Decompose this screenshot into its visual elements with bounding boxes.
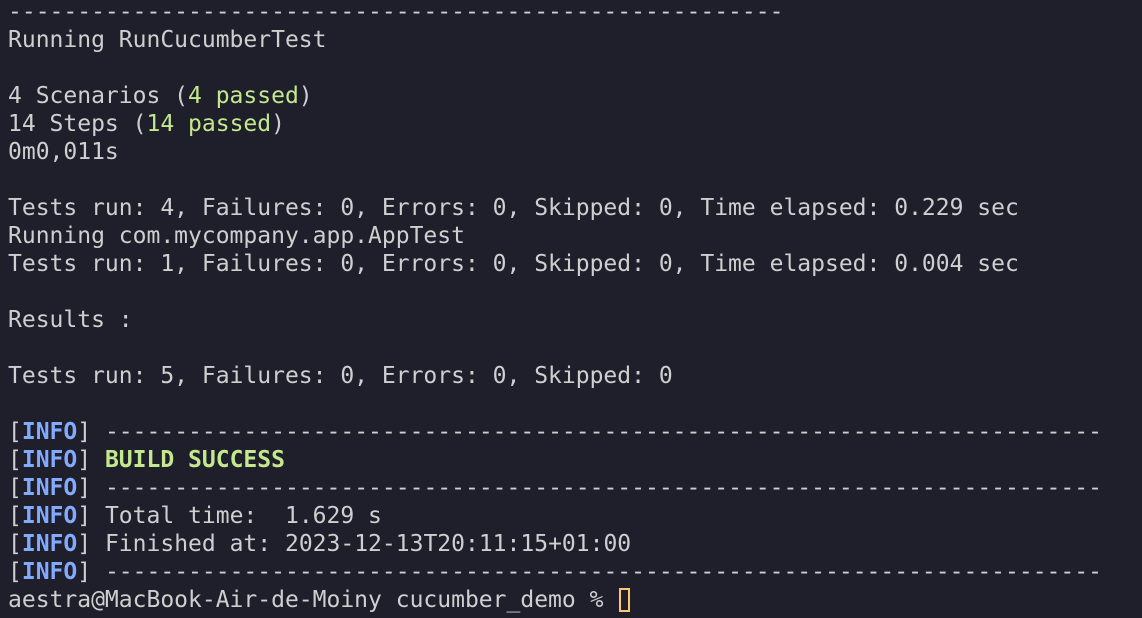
- prompt-text: aestra@MacBook-Air-de-Moiny cucumber_dem…: [8, 587, 618, 613]
- scenarios-passed: 4 passed: [188, 83, 299, 109]
- info-build-success: [INFO] BUILD SUCCESS: [8, 447, 285, 473]
- terminal-output[interactable]: ----------------------------------------…: [8, 0, 1102, 614]
- duration-line: 0m0,011s: [8, 139, 119, 165]
- text-cursor: [619, 588, 631, 612]
- tests-total-line: Tests run: 5, Failures: 0, Errors: 0, Sk…: [8, 363, 673, 389]
- info-separator: [INFO] ---------------------------------…: [8, 419, 1102, 445]
- build-success-text: BUILD SUCCESS: [104, 447, 285, 473]
- tests-result-line: Tests run: 1, Failures: 0, Errors: 0, Sk…: [8, 251, 1019, 277]
- steps-summary: 14 Steps (14 passed): [8, 111, 285, 137]
- tests-result-line: Tests run: 4, Failures: 0, Errors: 0, Sk…: [8, 195, 1019, 221]
- info-separator: [INFO] ---------------------------------…: [8, 559, 1102, 585]
- shell-prompt[interactable]: aestra@MacBook-Air-de-Moiny cucumber_dem…: [8, 586, 1102, 614]
- results-heading: Results :: [8, 307, 133, 333]
- running-line: Running com.mycompany.app.AppTest: [8, 223, 465, 249]
- separator-line: ----------------------------------------…: [8, 0, 784, 25]
- info-total-time: [INFO] Total time: 1.629 s: [8, 503, 382, 529]
- info-finished-at: [INFO] Finished at: 2023-12-13T20:11:15+…: [8, 531, 632, 557]
- scenarios-summary: 4 Scenarios (4 passed): [8, 83, 313, 109]
- running-line: Running RunCucumberTest: [8, 27, 327, 53]
- info-separator: [INFO] ---------------------------------…: [8, 475, 1102, 501]
- steps-passed: 14 passed: [146, 111, 272, 137]
